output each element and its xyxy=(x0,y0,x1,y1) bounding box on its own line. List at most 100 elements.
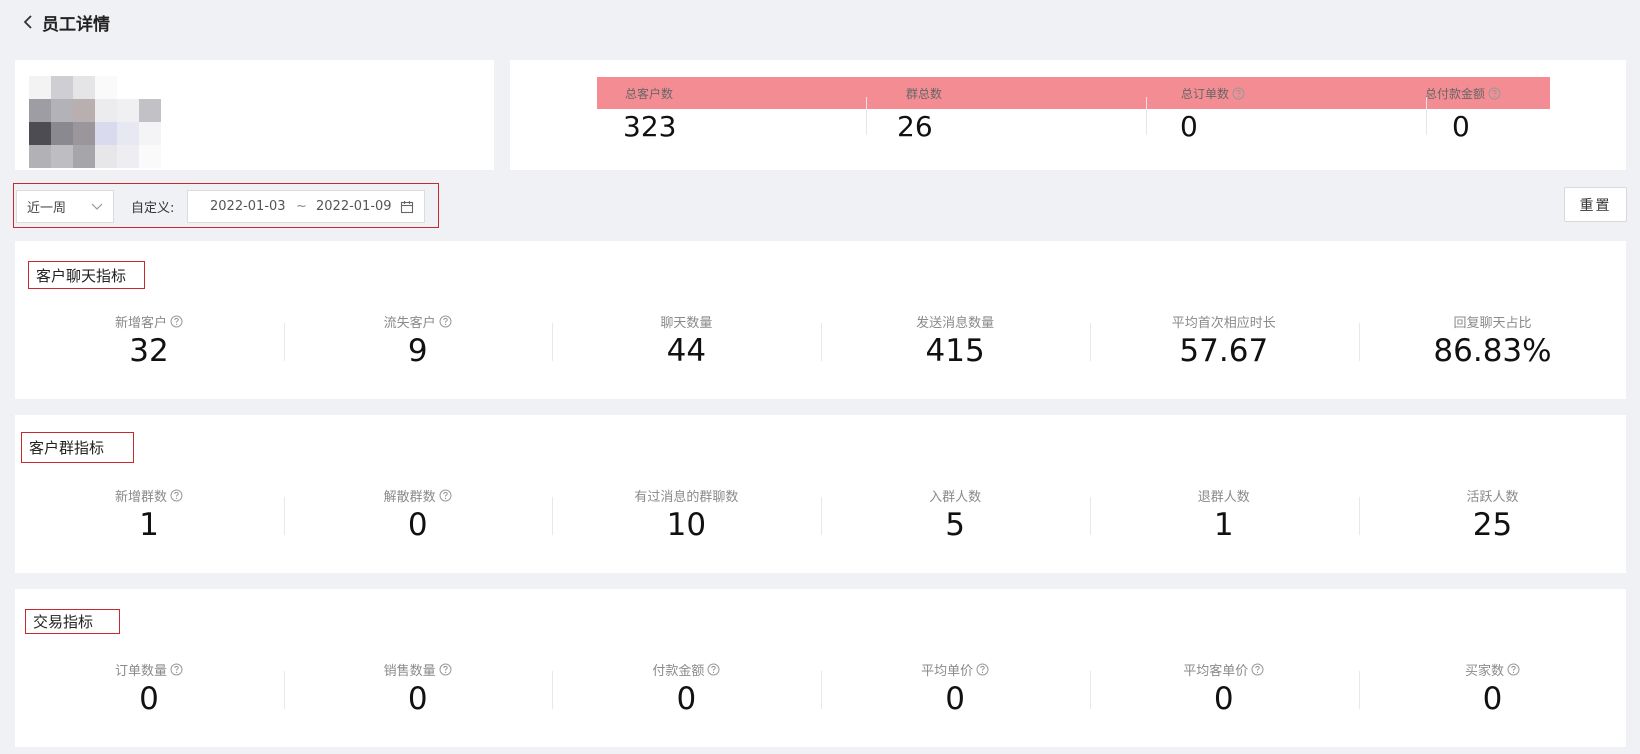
summary-stat-label: 总付款金额 xyxy=(1425,85,1501,102)
date-end[interactable]: 2022-01-09 xyxy=(316,199,392,214)
metric-label: 流失客户 xyxy=(284,312,552,331)
metric-item: 回复聊天占比 86.83% xyxy=(1359,241,1627,399)
chat-metrics-section: 客户聊天指标 新增客户 32 流失客户 9 聊天数量 44 发送消息数量 415 平均首次相应时长… xyxy=(15,241,1626,399)
metric-label-text: 平均单价 xyxy=(921,664,974,679)
metric-divider xyxy=(552,497,553,535)
metric-item: 新增客户 32 xyxy=(15,241,283,399)
metric-value: 9 xyxy=(407,333,428,369)
avatar-pixel xyxy=(29,99,51,122)
metric-value: 57.67 xyxy=(1179,333,1269,369)
metric-value: 1 xyxy=(1213,507,1234,543)
chevron-left-icon[interactable] xyxy=(20,12,36,32)
metric-value: 415 xyxy=(925,333,985,369)
metric-label: 平均客单价 xyxy=(1090,660,1358,679)
summary-stat-label: 总客户数 xyxy=(625,85,673,102)
avatar-pixel xyxy=(139,122,161,145)
metric-label-text: 平均首次相应时长 xyxy=(1171,316,1276,331)
avatar-pixel xyxy=(117,145,139,168)
question-circle-icon[interactable] xyxy=(976,663,989,676)
period-select-value: 近一周 xyxy=(27,201,67,216)
avatar-pixel xyxy=(95,99,117,122)
avatar-pixel xyxy=(29,122,51,145)
avatar-pixel xyxy=(139,145,161,168)
date-range-picker[interactable]: 2022-01-03 ~ 2022-01-09 xyxy=(187,190,425,223)
question-circle-icon[interactable] xyxy=(439,489,452,502)
summary-stat-label-text: 总客户数 xyxy=(625,87,674,101)
metric-value: 5 xyxy=(945,507,965,543)
summary-stat-value: 26 xyxy=(897,110,933,143)
metric-divider xyxy=(821,323,822,361)
metric-label-text: 入群人数 xyxy=(929,490,982,505)
metric-divider xyxy=(1090,497,1091,535)
metric-item: 退群人数 1 xyxy=(1090,415,1358,573)
summary-divider xyxy=(1146,97,1147,135)
metric-label: 付款金额 xyxy=(552,660,820,679)
metric-divider xyxy=(1359,497,1360,535)
metric-value: 10 xyxy=(666,507,707,543)
metric-item: 平均客单价 0 xyxy=(1090,589,1358,747)
metric-item: 发送消息数量 415 xyxy=(821,241,1089,399)
metric-label-text: 买家数 xyxy=(1464,664,1504,679)
question-circle-icon[interactable] xyxy=(1507,663,1520,676)
question-circle-icon[interactable] xyxy=(1251,663,1264,676)
metric-item: 解散群数 0 xyxy=(284,415,552,573)
reset-button[interactable]: 重置 xyxy=(1564,187,1627,222)
metric-label-text: 订单数量 xyxy=(114,664,167,679)
avatar-pixel xyxy=(95,145,117,168)
metric-divider xyxy=(284,497,285,535)
metric-item: 平均首次相应时长 57.67 xyxy=(1090,241,1358,399)
question-circle-icon[interactable] xyxy=(439,663,452,676)
metric-label-text: 新增群数 xyxy=(114,490,167,505)
question-circle-icon[interactable] xyxy=(439,315,452,328)
summary-divider xyxy=(866,97,867,135)
metric-label-text: 付款金额 xyxy=(652,664,705,679)
metric-value: 44 xyxy=(666,333,707,369)
metric-value: 0 xyxy=(139,681,159,717)
period-select[interactable]: 近一周 xyxy=(16,190,114,223)
summary-stat-value: 323 xyxy=(623,110,677,143)
metric-label-text: 销售数量 xyxy=(383,664,436,679)
custom-range-label: 自定义: xyxy=(131,201,175,216)
question-circle-icon[interactable] xyxy=(1488,87,1501,100)
metric-value: 0 xyxy=(676,681,697,717)
avatar-pixel xyxy=(73,122,95,145)
question-circle-icon[interactable] xyxy=(170,489,183,502)
question-circle-icon[interactable] xyxy=(707,663,720,676)
metric-label-text: 平均客单价 xyxy=(1183,664,1249,679)
metric-label: 新增客户 xyxy=(15,312,283,331)
metric-divider xyxy=(1090,671,1091,709)
question-circle-icon[interactable] xyxy=(170,315,183,328)
metric-label: 平均首次相应时长 xyxy=(1090,312,1358,331)
summary-stat-label-text: 总付款金额 xyxy=(1425,87,1486,101)
avatar-pixel xyxy=(29,145,51,168)
calendar-icon[interactable] xyxy=(400,200,414,214)
summary-stat-label-text: 群总数 xyxy=(906,87,943,101)
question-circle-icon[interactable] xyxy=(1232,87,1245,100)
metric-item: 入群人数 5 xyxy=(821,415,1089,573)
metric-value: 1 xyxy=(139,507,159,543)
metric-label: 聊天数量 xyxy=(552,312,820,331)
metric-item: 活跃人数 25 xyxy=(1359,415,1627,573)
metric-divider xyxy=(284,323,285,361)
question-circle-icon[interactable] xyxy=(170,663,183,676)
metric-value: 0 xyxy=(407,507,428,543)
avatar-pixel xyxy=(95,76,117,99)
metric-divider xyxy=(1090,323,1091,361)
metric-label: 平均单价 xyxy=(821,660,1089,679)
date-start[interactable]: 2022-01-03 xyxy=(210,199,286,214)
date-separator: ~ xyxy=(296,199,307,214)
metric-value: 86.83% xyxy=(1433,333,1552,369)
metric-value: 25 xyxy=(1472,507,1513,543)
summary-stat-value: 0 xyxy=(1180,110,1198,143)
summary-stat-label-text: 总订单数 xyxy=(1181,87,1230,101)
chevron-down-icon xyxy=(91,203,103,211)
metric-item: 订单数量 0 xyxy=(15,589,283,747)
metric-label: 新增群数 xyxy=(15,486,283,505)
metric-label: 退群人数 xyxy=(1090,486,1358,505)
metric-item: 平均单价 0 xyxy=(821,589,1089,747)
metric-value: 32 xyxy=(129,333,169,369)
metric-label-text: 流失客户 xyxy=(383,316,436,331)
avatar-pixel xyxy=(29,76,51,99)
summary-divider xyxy=(1426,97,1427,135)
metric-divider xyxy=(1359,671,1360,709)
